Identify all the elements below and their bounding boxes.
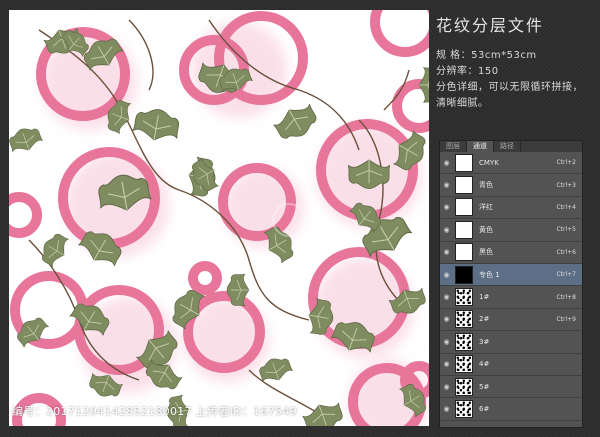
channel-name: 1# <box>479 293 490 302</box>
tab-channels[interactable]: 通道 <box>467 141 494 152</box>
channel-name: 专色 1 <box>479 270 500 279</box>
eye-icon[interactable]: ◉ <box>442 383 451 391</box>
channel-shortcut: Ctrl+5 <box>556 226 576 234</box>
channel-list: ◉ CMYK Ctrl+2 ◉ 青色 Ctrl+3 ◉ 洋红 Ctrl+4 ◉ 黄色 Ctrl+5 ◉ 黑… <box>440 152 582 421</box>
channel-row[interactable]: ◉ 洋红 Ctrl+4 <box>440 197 582 220</box>
eye-icon[interactable]: ◉ <box>442 226 451 234</box>
channel-row[interactable]: ◉ 4# <box>440 354 582 376</box>
channel-thumbnail <box>455 310 473 329</box>
channel-name: CMYK <box>479 158 499 167</box>
channel-row[interactable]: ◉ CMYK Ctrl+2 <box>440 152 582 175</box>
eye-icon[interactable]: ◉ <box>442 315 451 323</box>
channel-name: 4# <box>479 360 490 369</box>
channel-thumbnail <box>455 399 473 418</box>
channel-thumbnail <box>455 288 473 307</box>
channel-shortcut: Ctrl+6 <box>556 248 576 256</box>
info-desc-2: 清晰细腻。 <box>436 98 489 109</box>
eye-icon[interactable]: ◉ <box>442 203 451 211</box>
channel-row[interactable]: ◉ 3# <box>440 331 582 354</box>
channel-name: 6# <box>479 404 490 413</box>
channel-thumbnail <box>455 332 473 351</box>
channel-thumbnail <box>455 220 473 239</box>
eye-icon[interactable]: ◉ <box>442 338 451 346</box>
channel-name: 3# <box>479 337 490 346</box>
eye-icon[interactable]: ◉ <box>442 271 451 279</box>
channel-row[interactable]: ◉ 2# Ctrl+9 <box>440 309 582 332</box>
channel-name: 青色 <box>479 181 493 190</box>
channel-row[interactable]: ◉ 黑色 Ctrl+6 <box>440 242 582 264</box>
channel-row[interactable]: ◉ 青色 Ctrl+3 <box>440 174 582 197</box>
panel-tabs: 图层 通道 路径 <box>440 141 582 152</box>
channel-shortcut: Ctrl+4 <box>556 203 576 211</box>
channel-name: 黄色 <box>479 225 493 234</box>
channel-shortcut: Ctrl+3 <box>556 181 576 189</box>
channel-row[interactable]: ◉ 5# <box>440 376 582 399</box>
channel-name: 黑色 <box>479 248 493 257</box>
channel-name: 5# <box>479 382 490 391</box>
pattern-preview <box>9 10 429 426</box>
channel-thumbnail <box>455 377 473 396</box>
channels-panel: 图层 通道 路径 ◉ CMYK Ctrl+2 ◉ 青色 Ctrl+3 ◉ 洋红 Ctrl+4 ◉ 黄… <box>439 140 583 428</box>
info-desc-1: 分色详细，可以无限循环拼接， <box>436 82 583 93</box>
tab-paths[interactable]: 路径 <box>494 141 521 152</box>
footer-id: 编号：20171204142852180017 上传者ID：167549 <box>12 405 297 418</box>
eye-icon[interactable]: ◉ <box>442 159 451 167</box>
channel-shortcut: Ctrl+7 <box>556 271 576 279</box>
channel-row[interactable]: ◉ 1# Ctrl+8 <box>440 286 582 309</box>
channel-thumbnail <box>455 176 473 195</box>
channel-thumbnail <box>455 355 473 374</box>
channel-thumbnail <box>455 198 473 217</box>
floral-pattern-artwork <box>9 10 429 426</box>
channel-row[interactable]: ◉ 专色 1 Ctrl+7 <box>440 263 582 287</box>
file-info: 花纹分层文件 规 格：53cm*53cm 分辨率：150 分色详细，可以无限循环… <box>436 10 596 112</box>
channel-shortcut: Ctrl+9 <box>556 315 576 323</box>
info-title: 花纹分层文件 <box>436 16 545 35</box>
channel-row[interactable]: ◉ 黄色 Ctrl+5 <box>440 219 582 242</box>
channel-thumbnail <box>455 243 473 262</box>
eye-icon[interactable]: ◉ <box>442 360 451 368</box>
info-spec: 规 格：53cm*53cm <box>436 50 537 61</box>
channel-thumbnail <box>455 153 473 172</box>
channel-shortcut: Ctrl+2 <box>556 159 576 167</box>
channel-thumbnail <box>455 265 473 284</box>
channel-name: 洋红 <box>479 203 493 212</box>
channel-shortcut: Ctrl+8 <box>556 293 576 301</box>
eye-icon[interactable]: ◉ <box>442 181 451 189</box>
eye-icon[interactable]: ◉ <box>442 248 451 256</box>
channel-name: 2# <box>479 315 490 324</box>
channel-row[interactable]: ◉ 6# <box>440 398 582 421</box>
eye-icon[interactable]: ◉ <box>442 293 451 301</box>
tab-layers[interactable]: 图层 <box>440 141 467 152</box>
info-resolution: 分辨率：150 <box>436 66 499 77</box>
eye-icon[interactable]: ◉ <box>442 405 451 413</box>
